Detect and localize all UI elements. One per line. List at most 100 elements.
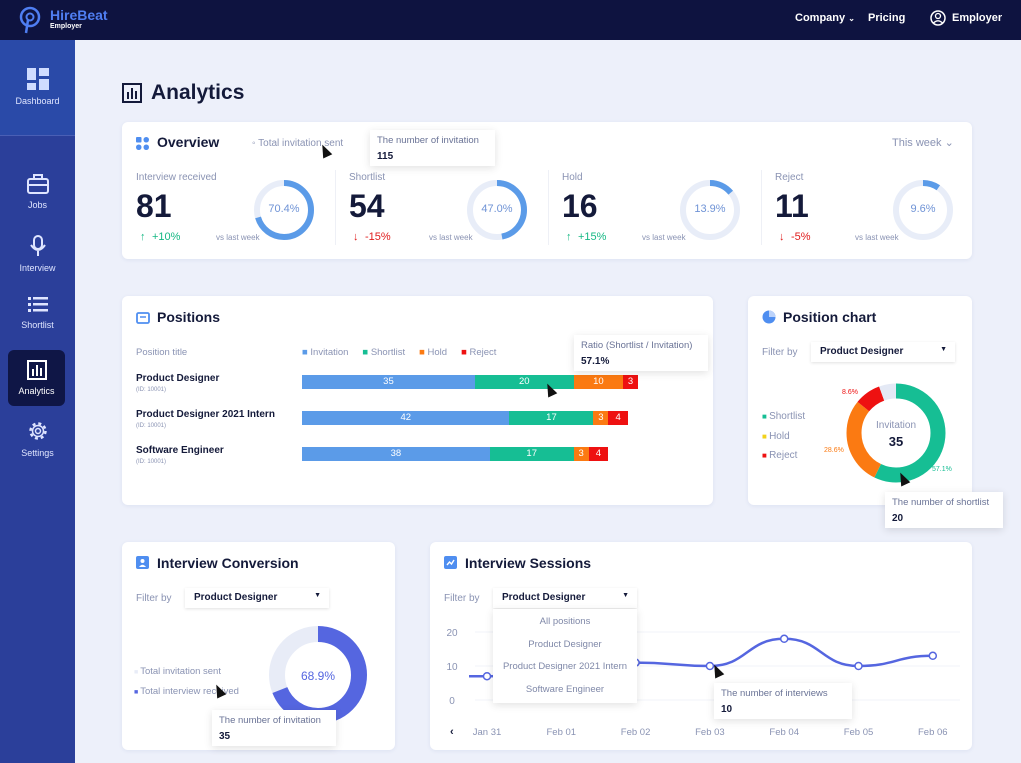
divider bbox=[548, 170, 549, 245]
tooltip-value: 10 bbox=[721, 704, 733, 715]
sidebar-item-analytics[interactable]: Analytics bbox=[8, 350, 65, 406]
bar-segment-invitation[interactable]: 35 bbox=[302, 375, 475, 389]
x-tick-label: Feb 05 bbox=[844, 727, 874, 738]
dropdown-option[interactable]: Product Designer bbox=[493, 634, 637, 657]
sidebar-item-interview[interactable]: Interview bbox=[0, 223, 75, 283]
bar-segment-shortlist[interactable]: 17 bbox=[489, 447, 574, 461]
position-id: (ID: 10001) bbox=[136, 387, 167, 393]
y-tick-label: 20 bbox=[446, 628, 458, 639]
data-point[interactable] bbox=[482, 671, 492, 681]
chevron-left-icon[interactable]: ‹ bbox=[450, 726, 454, 738]
legend-item: ■ Hold bbox=[419, 347, 447, 358]
legend-label: Invitation bbox=[310, 347, 349, 358]
bar-segment-hold[interactable]: 10 bbox=[573, 375, 624, 389]
x-tick-label: Jan 31 bbox=[473, 727, 502, 738]
stat-value: 81 bbox=[136, 188, 172, 224]
position-name: Product Designer 2021 Intern bbox=[136, 409, 275, 420]
bar-segment-hold[interactable]: 3 bbox=[573, 447, 589, 461]
legend-label: Hold bbox=[769, 430, 790, 442]
stat-hold: Hold 16 ↑ +15% vs last week 13.9% bbox=[548, 170, 762, 250]
filter-label: Filter by bbox=[762, 347, 798, 358]
filter-label: Filter by bbox=[444, 593, 480, 604]
legend-dot-icon: ■ bbox=[362, 347, 371, 358]
position-name: Product Designer bbox=[136, 373, 220, 384]
stat-interview-received: Interview received 81 ↑ +10% vs last week 70.… bbox=[136, 170, 336, 250]
x-tick-label: Feb 02 bbox=[621, 727, 651, 738]
conversion-filter-select[interactable]: Product Designer ▼ bbox=[185, 588, 329, 608]
data-point[interactable] bbox=[854, 661, 863, 671]
select-value: Product Designer bbox=[194, 592, 278, 603]
caret-down-icon: ▼ bbox=[940, 346, 947, 353]
bar-segment-reject[interactable]: 4 bbox=[588, 447, 609, 461]
positions-title: Positions bbox=[157, 309, 221, 325]
sidebar-item-label: Settings bbox=[21, 448, 54, 458]
conversion-title: Interview Conversion bbox=[157, 555, 299, 571]
donut-center-value: 35 bbox=[888, 434, 904, 449]
legend-label: Total invitation sent bbox=[140, 666, 221, 677]
grid-icon bbox=[136, 137, 149, 150]
legend-dot-icon: ■ bbox=[419, 347, 428, 358]
tooltip-value: 20 bbox=[892, 513, 904, 524]
brand-name[interactable]: HireBeat bbox=[50, 7, 108, 23]
stat-value: 11 bbox=[775, 188, 809, 224]
nav-account[interactable]: Employer bbox=[930, 10, 1002, 26]
bar-segment-shortlist[interactable]: 20 bbox=[474, 375, 574, 389]
overview-title: Overview bbox=[157, 134, 220, 150]
conversion-tooltip: The number of invitation 35 bbox=[212, 710, 336, 746]
dropdown-option[interactable]: Product Designer 2021 Intern bbox=[493, 656, 637, 679]
sidebar-item-dashboard[interactable]: Dashboard bbox=[0, 40, 75, 136]
stat-change: -5% bbox=[791, 231, 811, 243]
legend-label: Hold bbox=[427, 347, 448, 358]
stat-change: +10% bbox=[152, 231, 181, 243]
sidebar-item-shortlist[interactable]: Shortlist bbox=[0, 284, 75, 344]
select-value: Product Designer bbox=[502, 592, 586, 603]
tooltip-value: 57.1% bbox=[581, 356, 610, 367]
nav-pricing[interactable]: Pricing bbox=[868, 12, 905, 24]
bar-segment-invitation[interactable]: 38 bbox=[302, 447, 490, 461]
nav-company[interactable]: Company ⌄ bbox=[795, 12, 855, 24]
bar-segment-hold[interactable]: 3 bbox=[593, 411, 609, 425]
stat-change: +15% bbox=[578, 231, 607, 243]
sidebar-item-jobs[interactable]: Jobs bbox=[0, 162, 75, 222]
stat-reject: Reject 11 ↓ -5% vs last week 9.6% bbox=[761, 170, 975, 250]
bar-segment-shortlist[interactable]: 17 bbox=[509, 411, 594, 425]
legend-label: Shortlist bbox=[769, 411, 806, 422]
position-dropdown-menu: All positions Product Designer Product Des… bbox=[493, 609, 637, 703]
stat-label: Interview received bbox=[136, 172, 217, 183]
briefcase-icon bbox=[136, 312, 150, 324]
legend-label: Reject bbox=[769, 450, 798, 461]
data-point[interactable] bbox=[928, 651, 938, 661]
legend-label: Reject bbox=[469, 347, 497, 358]
select-value: Product Designer bbox=[820, 346, 904, 357]
dropdown-option[interactable]: Software Engineer bbox=[493, 679, 637, 702]
filter-label: Filter by bbox=[136, 593, 172, 604]
legend-dot-icon: ■ bbox=[762, 451, 770, 460]
slice-label-shortlist: 57.1% bbox=[932, 466, 952, 473]
legend-item: ■ Total invitation sent bbox=[134, 662, 239, 682]
x-tick-label: Feb 01 bbox=[547, 727, 577, 738]
bar-segment-reject[interactable]: 4 bbox=[608, 411, 629, 425]
dropdown-option[interactable]: All positions bbox=[493, 611, 637, 634]
stat-label: Shortlist bbox=[349, 172, 386, 183]
data-point[interactable] bbox=[779, 634, 789, 644]
legend-item: ■ Reject bbox=[461, 347, 496, 358]
page-title: Analytics bbox=[151, 81, 245, 104]
stat-percent: 13.9% bbox=[694, 203, 726, 215]
sessions-filter-select[interactable]: Product Designer ▼ bbox=[493, 588, 637, 608]
sidebar-item-label: Shortlist bbox=[21, 320, 54, 330]
period-dropdown[interactable]: This week ⌄ bbox=[892, 136, 954, 149]
y-tick-label: 0 bbox=[449, 696, 455, 707]
bar-segment-reject[interactable]: 3 bbox=[623, 375, 638, 389]
tooltip-value: 115 bbox=[377, 151, 394, 162]
stat-shortlist: Shortlist 54 ↓ -15% vs last week 47.0% bbox=[335, 170, 549, 250]
position-filter-select[interactable]: Product Designer ▼ bbox=[811, 342, 955, 362]
bar-segment-invitation[interactable]: 42 bbox=[302, 411, 510, 425]
sidebar-item-settings[interactable]: Settings bbox=[0, 408, 75, 468]
tooltip-value: 35 bbox=[219, 731, 231, 742]
overview-legend: ◦ Total invitation sent bbox=[252, 138, 344, 149]
y-tick-label: 10 bbox=[446, 662, 458, 673]
gear-icon bbox=[28, 422, 47, 440]
position-chart-card: Position chart Filter by Product Designe… bbox=[748, 296, 972, 505]
slice-label-hold: 28.6% bbox=[824, 447, 844, 454]
nav-company-label: Company bbox=[795, 12, 846, 24]
